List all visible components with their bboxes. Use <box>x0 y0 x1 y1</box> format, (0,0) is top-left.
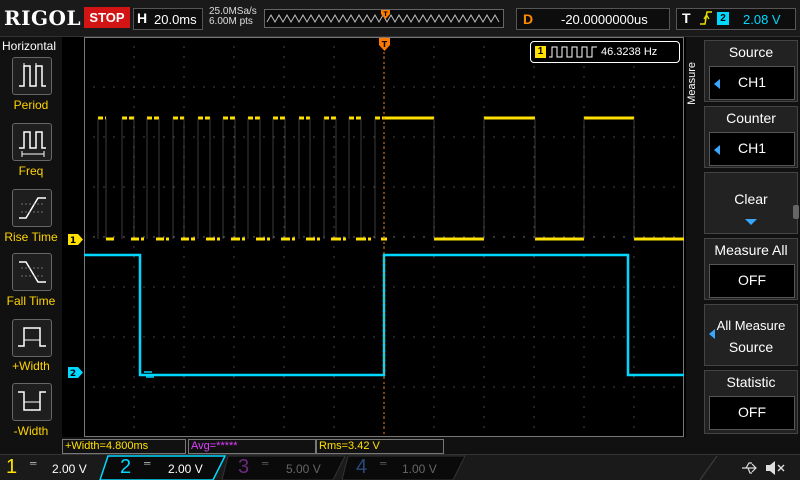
delay-value: -20.0000000us <box>561 12 648 27</box>
coupling-icon: ═ <box>144 458 151 468</box>
rise-time-icon <box>19 197 46 219</box>
fall-time-icon <box>19 261 46 283</box>
fall-time-button[interactable] <box>12 253 52 291</box>
counter-value: 46.3238 Hz <box>601 46 658 58</box>
pos-width-label: +Width <box>12 359 50 373</box>
measure-all-value-box: OFF <box>709 264 795 298</box>
neg-width-label: -Width <box>13 424 49 438</box>
measure-all-title: Measure All <box>714 242 788 258</box>
period-label: Period <box>13 98 49 112</box>
trigger-source-badge: 2 <box>717 12 729 25</box>
trigger-position-marker-icon: T <box>381 10 390 19</box>
rising-edge-icon <box>700 11 712 25</box>
acquisition-info: 25.0MSa/s 6.00M pts <box>209 7 257 27</box>
channel-1-marker[interactable]: 1 <box>68 234 83 245</box>
freq-button[interactable] <box>12 123 52 161</box>
pos-width-button[interactable] <box>12 319 52 357</box>
brand-logo: RIGOL <box>4 6 82 30</box>
channel-2-marker[interactable]: 2 <box>68 367 83 378</box>
trigger-level: 2.08 V <box>743 12 781 27</box>
counter-title: Counter <box>726 110 776 126</box>
all-measure-source-menu-item[interactable]: All Measure Source <box>704 304 798 366</box>
measurement-results-strip: +Width=4.800ms Avg=***** Rms=3.42 V <box>62 437 686 454</box>
clear-title: Clear <box>734 191 768 207</box>
speaker-muted-icon[interactable] <box>764 459 786 477</box>
side-panel-handle-icon[interactable] <box>792 205 800 219</box>
horizontal-label: H <box>137 10 148 26</box>
channel-2-number: 2 <box>120 456 132 478</box>
channel-status-bar: 1 ═ 2.00 V 2 ═ 2.00 V 3 ═ 5.00 V 4 ═ 1.0… <box>0 454 800 480</box>
source-value: CH1 <box>737 74 766 90</box>
left-measure-panel: Horizontal Period Freq Rise Time Fall Ti… <box>0 37 62 455</box>
period-icon <box>19 63 46 87</box>
measurement-item[interactable]: +Width=4.800ms <box>62 439 186 454</box>
fall-time-label: Fall Time <box>6 294 56 308</box>
period-button[interactable] <box>12 57 52 95</box>
trigger-display[interactable]: T 2 2.08 V <box>676 8 796 30</box>
memory-depth: 6.00M pts <box>209 16 253 27</box>
counter-menu-value: CH1 <box>737 140 766 156</box>
measurement-item[interactable]: Rms=3.42 V <box>316 439 444 454</box>
measure-menu-title: Measure <box>686 62 698 105</box>
channel-4-scale: 1.00 V <box>402 462 437 476</box>
channel-4-number: 4 <box>356 456 368 478</box>
statistic-menu-item[interactable]: Statistic OFF <box>704 370 798 434</box>
run-stop-button[interactable]: STOP <box>84 7 130 28</box>
counter-menu-item[interactable]: Counter CH1 <box>704 106 798 168</box>
timebase-display[interactable]: H 20.0ms <box>133 8 203 30</box>
channel-1-waveform <box>97 116 684 241</box>
all-measure-source-line1: All Measure <box>716 318 786 333</box>
memory-position-strip[interactable]: T <box>264 9 504 28</box>
freq-label: Freq <box>18 164 44 178</box>
neg-width-icon <box>18 391 46 411</box>
channel-1-number: 1 <box>6 456 18 478</box>
clear-menu-item[interactable]: Clear <box>704 172 798 234</box>
measure-all-value: OFF <box>738 272 766 288</box>
channel-2-tab[interactable]: 2 ═ 2.00 V <box>112 455 222 480</box>
channel-3-scale: 5.00 V <box>286 462 321 476</box>
statistic-title: Statistic <box>726 374 776 390</box>
channel-3-number: 3 <box>238 456 250 478</box>
channel-1-tab[interactable]: 1 ═ 2.00 V <box>0 455 110 480</box>
all-measure-source-line2: Source <box>728 339 774 355</box>
measurement-item[interactable]: Avg=***** <box>188 439 316 454</box>
channel-2-marker-text: 2 <box>70 369 76 378</box>
left-panel-title: Horizontal <box>2 39 57 53</box>
source-title: Source <box>728 44 774 60</box>
rise-time-button[interactable] <box>12 189 52 227</box>
counter-value-box: CH1 <box>709 132 795 166</box>
coupling-icon: ═ <box>262 458 269 468</box>
statistic-value: OFF <box>738 404 766 420</box>
rise-time-label: Rise Time <box>4 230 58 244</box>
measure-all-menu-item[interactable]: Measure All OFF <box>704 238 798 300</box>
freq-icon <box>19 131 46 157</box>
delay-label: D <box>523 11 534 27</box>
coupling-icon: ═ <box>380 458 387 468</box>
usb-icon <box>742 462 757 474</box>
top-status-bar: RIGOL STOP H 20.0ms 25.0MSa/s 6.00M pts … <box>0 0 800 37</box>
channel-4-tab[interactable]: 4 ═ 1.00 V <box>352 455 462 480</box>
counter-channel-badge: 1 <box>535 46 546 58</box>
neg-width-button[interactable] <box>12 383 52 421</box>
timebase-value: 20.0ms <box>154 12 197 27</box>
delay-display[interactable]: D -20.0000000us <box>516 8 670 30</box>
channel-1-scale: 2.00 V <box>52 462 87 476</box>
source-menu-item[interactable]: Source CH1 <box>704 40 798 102</box>
source-value-box: CH1 <box>709 66 795 100</box>
waveform-grid[interactable] <box>84 37 684 437</box>
trigger-label: T <box>682 10 691 26</box>
channel-2-scale: 2.00 V <box>168 462 203 476</box>
coupling-icon: ═ <box>30 458 37 468</box>
trigger-time-marker-icon: T <box>379 38 390 51</box>
channel-1-marker-text: 1 <box>70 236 76 245</box>
chevron-down-icon <box>745 219 757 225</box>
square-wave-icon <box>549 46 597 58</box>
pos-width-icon <box>18 327 46 347</box>
trigger-marker-text: T <box>382 40 388 49</box>
statistic-value-box: OFF <box>709 396 795 430</box>
oscilloscope-screen: RIGOL STOP H 20.0ms 25.0MSa/s 6.00M pts … <box>0 0 800 480</box>
counter-readout: 1 46.3238 Hz <box>530 41 680 63</box>
channel-3-tab[interactable]: 3 ═ 5.00 V <box>232 455 342 480</box>
